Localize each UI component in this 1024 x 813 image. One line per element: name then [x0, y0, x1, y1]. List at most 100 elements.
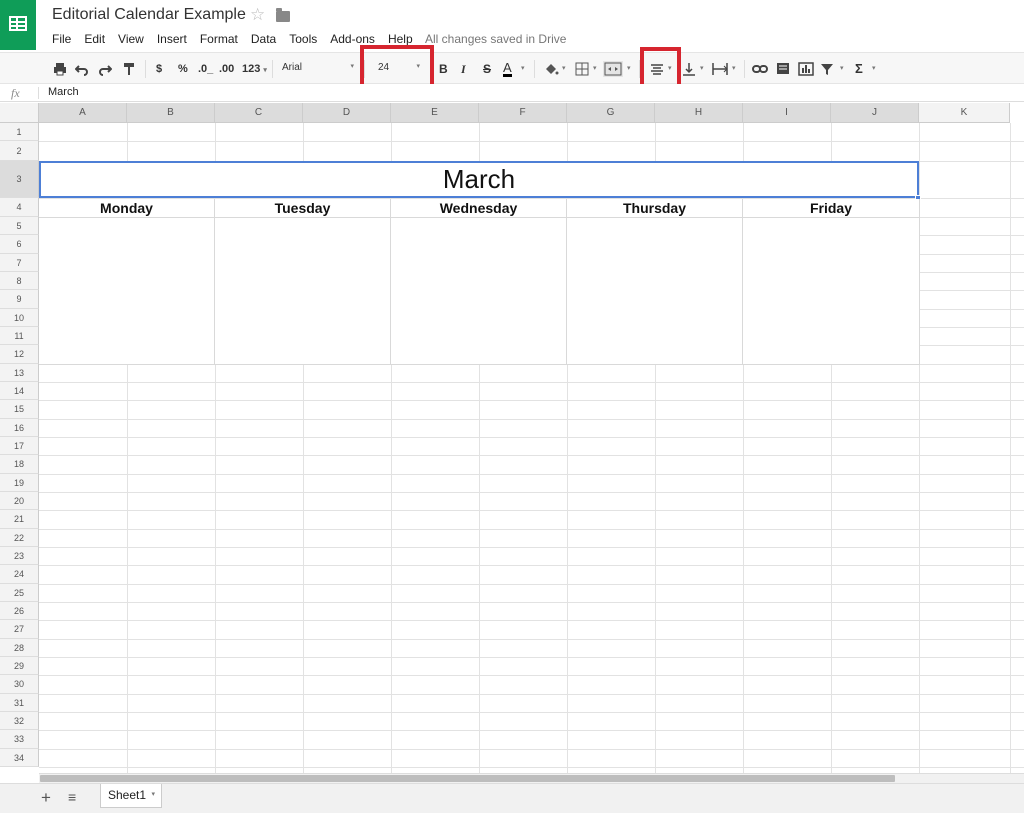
day-header-monday[interactable]: Monday	[39, 199, 214, 218]
column-header[interactable]: J	[831, 103, 919, 123]
column-header[interactable]: C	[215, 103, 303, 123]
insert-comment-icon[interactable]	[776, 61, 790, 77]
merged-title-cell[interactable]: March	[39, 161, 919, 198]
row-header[interactable]: 10	[0, 308, 39, 327]
menu-format[interactable]: Format	[200, 32, 238, 48]
day-header-tuesday[interactable]: Tuesday	[215, 199, 390, 218]
menu-tools[interactable]: Tools	[289, 32, 317, 48]
functions-button[interactable]: Σ	[855, 61, 863, 77]
day-header-friday[interactable]: Friday	[743, 199, 919, 218]
row-header[interactable]: 17	[0, 436, 39, 456]
row-header[interactable]: 7	[0, 253, 39, 272]
row-header[interactable]: 31	[0, 693, 39, 712]
row-header[interactable]: 5	[0, 217, 39, 236]
row-header[interactable]: 11	[0, 326, 39, 346]
select-all-corner[interactable]	[0, 103, 39, 123]
row-header[interactable]: 24	[0, 565, 39, 584]
chevron-down-icon[interactable]: ▾	[562, 61, 566, 77]
print-icon[interactable]	[53, 61, 67, 77]
row-header[interactable]: 15	[0, 400, 39, 419]
bold-button[interactable]: B	[439, 61, 448, 77]
day-column-thursday[interactable]: Thursday	[567, 199, 743, 365]
column-header[interactable]: F	[479, 103, 567, 123]
star-icon[interactable]: ☆	[250, 5, 265, 25]
row-header[interactable]: 25	[0, 583, 39, 602]
row-header[interactable]: 13	[0, 363, 39, 382]
row-header[interactable]: 2	[0, 141, 39, 161]
document-title[interactable]: Editorial Calendar Example	[52, 6, 246, 24]
decrease-decimal-button[interactable]: .0_	[198, 61, 213, 77]
all-sheets-icon[interactable]: ≡	[68, 789, 76, 805]
undo-icon[interactable]	[75, 61, 89, 77]
row-header[interactable]: 34	[0, 748, 39, 767]
day-column-tuesday[interactable]: Tuesday	[215, 199, 391, 365]
insert-link-icon[interactable]	[752, 61, 768, 77]
menu-data[interactable]: Data	[251, 32, 276, 48]
row-header[interactable]: 18	[0, 455, 39, 474]
folder-icon[interactable]	[276, 8, 290, 22]
column-header[interactable]: A	[39, 103, 127, 123]
row-header[interactable]: 33	[0, 730, 39, 749]
row-header[interactable]: 9	[0, 290, 39, 309]
horizontal-scrollbar[interactable]	[39, 773, 1024, 783]
chevron-down-icon[interactable]: ▾	[700, 61, 704, 77]
row-header[interactable]: 21	[0, 510, 39, 529]
increase-decimal-button[interactable]: .00	[219, 61, 234, 77]
more-formats-button[interactable]: 123 ▾	[242, 61, 267, 77]
insert-chart-icon[interactable]	[798, 61, 814, 77]
formula-input[interactable]: March	[48, 86, 79, 98]
row-header[interactable]: 6	[0, 235, 39, 254]
column-header[interactable]: G	[567, 103, 655, 123]
menu-edit[interactable]: Edit	[84, 32, 105, 48]
paint-format-icon[interactable]	[122, 61, 136, 77]
row-header[interactable]: 23	[0, 546, 39, 566]
add-sheet-icon[interactable]: +	[41, 788, 51, 808]
row-header[interactable]: 26	[0, 601, 39, 621]
chevron-down-icon[interactable]: ▾	[627, 61, 631, 77]
menu-view[interactable]: View	[118, 32, 144, 48]
column-header[interactable]: H	[655, 103, 743, 123]
chevron-down-icon[interactable]: ▾	[151, 784, 155, 806]
currency-format-button[interactable]: $	[156, 61, 162, 77]
italic-button[interactable]: I	[461, 61, 466, 77]
row-header[interactable]: 20	[0, 491, 39, 511]
percent-format-button[interactable]: %	[178, 61, 188, 77]
sheets-logo-icon[interactable]	[0, 0, 36, 50]
scrollbar-thumb[interactable]	[40, 775, 895, 782]
chevron-down-icon[interactable]: ▾	[521, 61, 525, 77]
column-header[interactable]: I	[743, 103, 831, 123]
day-header-wednesday[interactable]: Wednesday	[391, 199, 566, 218]
filter-icon[interactable]	[820, 61, 834, 77]
spreadsheet-grid[interactable]: 1 2 3 4 5 6 7 8 9 10 11 12 13 14 15 16 17 18 19 20 21 22 23 24 2…	[0, 103, 1024, 773]
row-header[interactable]: 8	[0, 271, 39, 291]
row-header[interactable]: 14	[0, 381, 39, 401]
row-header[interactable]: 16	[0, 418, 39, 437]
vertical-align-icon[interactable]	[682, 61, 696, 77]
sheet-tab[interactable]: Sheet1 ▾	[100, 784, 162, 808]
font-family-select[interactable]: Arial ▾	[282, 62, 354, 73]
text-wrapping-icon[interactable]	[711, 61, 729, 77]
row-header[interactable]: 29	[0, 656, 39, 676]
row-header[interactable]: 1	[0, 123, 39, 141]
chevron-down-icon[interactable]: ▾	[840, 61, 844, 77]
merge-cells-icon[interactable]	[603, 61, 623, 77]
menu-insert[interactable]: Insert	[157, 32, 187, 48]
day-column-friday[interactable]: Friday	[743, 199, 920, 365]
row-header[interactable]: 3	[0, 161, 39, 198]
column-header[interactable]: K	[919, 103, 1010, 123]
borders-icon[interactable]	[575, 61, 589, 77]
fill-color-icon[interactable]	[543, 61, 559, 77]
strikethrough-button[interactable]: S	[483, 61, 491, 77]
text-color-button[interactable]: A	[503, 61, 512, 77]
row-header[interactable]: 4	[0, 198, 39, 217]
redo-icon[interactable]	[98, 61, 112, 77]
chevron-down-icon[interactable]: ▾	[593, 61, 597, 77]
row-header[interactable]: 32	[0, 711, 39, 731]
menu-file[interactable]: File	[52, 32, 71, 48]
column-header[interactable]: B	[127, 103, 215, 123]
row-header[interactable]: 12	[0, 345, 39, 364]
row-header[interactable]: 19	[0, 473, 39, 492]
chevron-down-icon[interactable]: ▾	[732, 61, 736, 77]
day-column-monday[interactable]: Monday	[39, 199, 215, 365]
column-header[interactable]: D	[303, 103, 391, 123]
